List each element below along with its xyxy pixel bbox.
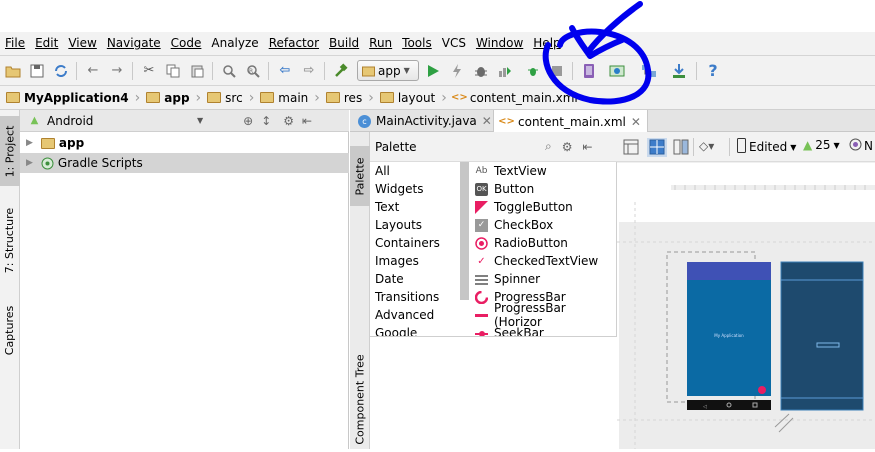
annotation-overlay [542,1,652,105]
